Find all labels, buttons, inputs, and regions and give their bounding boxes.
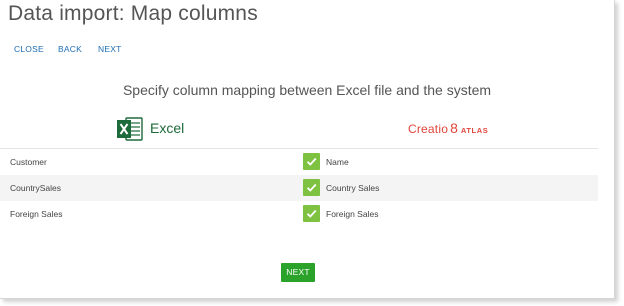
import-window: Data import: Map columns CLOSE BACK NEXT…: [0, 0, 615, 299]
mapping-checkbox[interactable]: [303, 205, 320, 222]
mapping-row: Customer Name: [0, 149, 598, 175]
mapping-checkbox[interactable]: [303, 153, 320, 170]
source-column-label: CountrySales: [10, 183, 62, 193]
mapping-row: CountrySales Country Sales: [0, 175, 598, 201]
mapping-row: Foreign Sales Foreign Sales: [0, 201, 598, 227]
check-icon: [306, 209, 317, 218]
page-title: Data import: Map columns: [8, 2, 258, 25]
target-column-label[interactable]: Country Sales: [326, 183, 379, 193]
check-icon: [306, 157, 317, 166]
creatio-edition: ATLAS: [460, 126, 489, 135]
creatio-brand: Creatio: [408, 122, 449, 136]
mapping-instructions: Specify column mapping between Excel fil…: [122, 82, 492, 98]
source-column-label: Customer: [10, 157, 47, 167]
target-column-label[interactable]: Foreign Sales: [326, 209, 378, 219]
mapping-checkbox[interactable]: [303, 179, 320, 196]
creatio-logo: Creatio 8 ATLAS: [408, 120, 488, 138]
excel-icon: [117, 117, 143, 141]
next-button[interactable]: NEXT: [281, 263, 315, 282]
creatio-version: 8: [450, 120, 458, 136]
excel-label: Excel: [150, 120, 185, 136]
next-toolbar-button[interactable]: NEXT: [98, 44, 121, 54]
source-column-label: Foreign Sales: [10, 209, 63, 219]
check-icon: [306, 183, 317, 192]
target-column-label[interactable]: Name: [326, 157, 349, 167]
back-button[interactable]: BACK: [58, 44, 82, 54]
close-button[interactable]: CLOSE: [14, 44, 44, 54]
